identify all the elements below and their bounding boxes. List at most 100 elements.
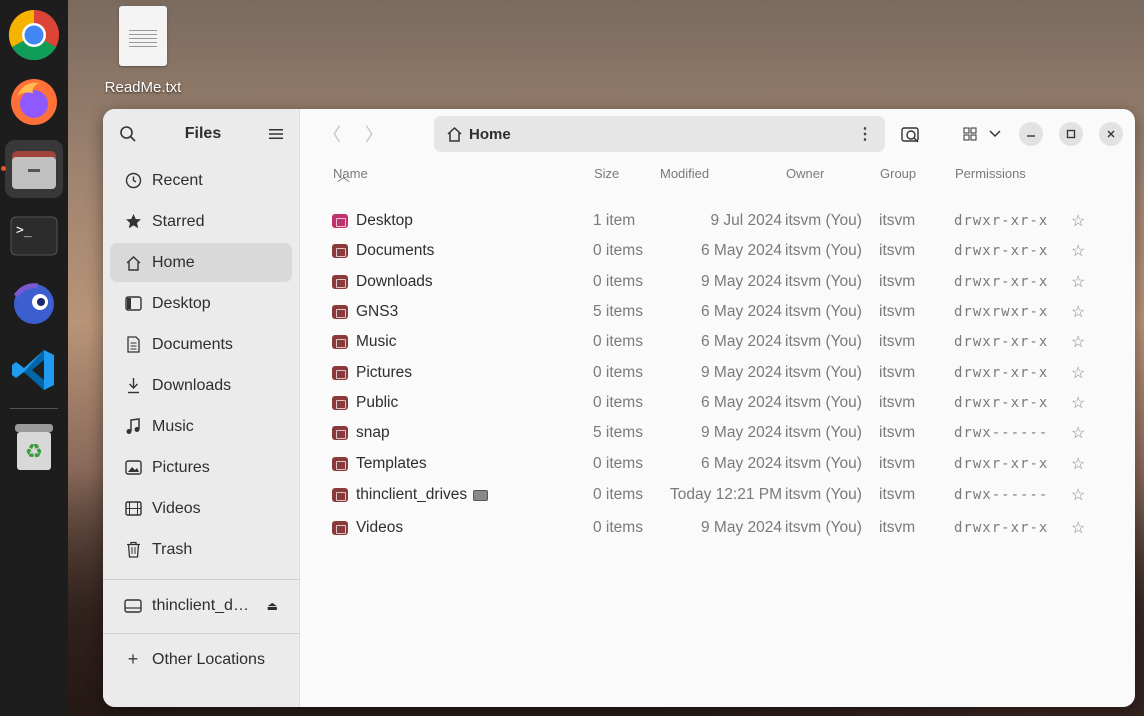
files-icon[interactable]	[1, 140, 63, 198]
file-owner: itsvm (You)	[785, 363, 862, 381]
vscode-icon[interactable]	[5, 341, 63, 399]
sidebar-item-trash[interactable]: Trash	[110, 530, 292, 569]
search-icon[interactable]	[119, 125, 137, 143]
file-size: 0 items	[593, 242, 643, 260]
column-group[interactable]: Group	[880, 166, 916, 181]
file-modified: 9 May 2024	[701, 424, 782, 442]
sidebar-item-label: Videos	[152, 499, 201, 517]
minimize-icon[interactable]	[1019, 122, 1043, 146]
file-name: thinclient_drives	[356, 486, 489, 504]
firefox-icon[interactable]	[5, 73, 63, 131]
file-permissions: drwx------	[954, 487, 1049, 504]
file-owner: itsvm (You)	[785, 242, 862, 260]
eject-icon[interactable]: ⏏	[267, 599, 278, 613]
file-owner: itsvm (You)	[785, 212, 862, 230]
grid-view-icon[interactable]	[963, 127, 977, 141]
star-icon[interactable]: ☆	[1071, 302, 1085, 322]
star-icon[interactable]: ☆	[1071, 363, 1085, 383]
sidebar-item-starred[interactable]: Starred	[110, 202, 292, 241]
file-name: Pictures	[356, 363, 412, 381]
table-row[interactable]: Public 0 items 6 May 2024 itsvm (You) itsvm d…	[300, 388, 1135, 418]
sidebar-item-music[interactable]: Music	[110, 407, 292, 446]
hamburger-menu-icon[interactable]	[269, 128, 283, 140]
file-modified: 6 May 2024	[701, 242, 782, 260]
file-permissions: drwxr-xr-x	[954, 334, 1049, 351]
file-group: itsvm	[879, 393, 916, 411]
column-owner[interactable]: Owner	[786, 166, 824, 181]
column-permissions[interactable]: Permissions	[955, 166, 1026, 181]
folder-icon	[332, 521, 348, 536]
star-icon[interactable]: ☆	[1071, 485, 1085, 505]
chevron-down-icon[interactable]	[989, 130, 1001, 138]
table-row[interactable]: GNS3 5 items 6 May 2024 itsvm (You) itsvm drw…	[300, 297, 1135, 327]
toolbar: 〈 〉 Home ⋮	[300, 109, 1135, 159]
file-owner: itsvm (You)	[785, 393, 862, 411]
close-icon[interactable]	[1099, 122, 1123, 146]
star-icon[interactable]: ☆	[1071, 241, 1085, 261]
file-size: 0 items	[593, 363, 643, 381]
file-size: 0 items	[593, 393, 643, 411]
file-size: 0 items	[593, 333, 643, 351]
table-row[interactable]: thinclient_drives 0 items Today 12:21 PM it…	[300, 479, 1135, 512]
pictures-icon	[124, 459, 142, 477]
file-name: Public	[356, 393, 399, 411]
file-name: snap	[356, 424, 390, 442]
back-icon[interactable]: 〈	[318, 121, 346, 147]
path-bar[interactable]: Home ⋮	[434, 116, 885, 152]
sidebar-item-label: Recent	[152, 171, 203, 189]
sidebar-item-desktop[interactable]: Desktop	[110, 284, 292, 323]
drive-icon	[473, 489, 489, 501]
sidebar-item-pictures[interactable]: Pictures	[110, 448, 292, 487]
table-row[interactable]: Desktop 1 item 9 Jul 2024 itsvm (You) itsvm d…	[300, 206, 1135, 236]
svg-text:>_: >_	[16, 223, 32, 238]
sidebar-item-videos[interactable]: Videos	[110, 489, 292, 528]
table-row[interactable]: snap 5 items 9 May 2024 itsvm (You) itsvm drw…	[300, 418, 1135, 448]
star-icon[interactable]: ☆	[1071, 423, 1085, 443]
column-size[interactable]: Size	[594, 166, 619, 181]
file-modified: 9 May 2024	[701, 519, 782, 537]
file-permissions: drwxr-xr-x	[954, 273, 1049, 290]
file-permissions: drwxrwxr-x	[954, 304, 1049, 321]
desktop-icon	[124, 295, 142, 313]
svg-text:♻: ♻	[25, 439, 43, 463]
star-icon[interactable]: ☆	[1071, 211, 1085, 231]
table-row[interactable]: Music 0 items 6 May 2024 itsvm (You) itsvm dr…	[300, 327, 1135, 357]
table-row[interactable]: Templates 0 items 6 May 2024 itsvm (You) its…	[300, 448, 1135, 478]
forward-icon[interactable]: 〉	[360, 121, 388, 147]
table-row[interactable]: Pictures 0 items 9 May 2024 itsvm (You) itsv…	[300, 357, 1135, 387]
sidebar-item-downloads[interactable]: Downloads	[110, 366, 292, 405]
terminal-icon[interactable]: >_	[5, 207, 63, 265]
file-name: GNS3	[356, 303, 399, 321]
sidebar-item-label: Pictures	[152, 458, 210, 476]
star-icon[interactable]: ☆	[1071, 332, 1085, 352]
search-files-icon[interactable]	[901, 125, 921, 143]
table-row[interactable]: Downloads 0 items 9 May 2024 itsvm (You) its…	[300, 267, 1135, 297]
star-icon[interactable]: ☆	[1071, 518, 1085, 538]
star-icon[interactable]: ☆	[1071, 272, 1085, 292]
table-row[interactable]: Documents 0 items 6 May 2024 itsvm (You) its…	[300, 236, 1135, 266]
file-size: 5 items	[593, 424, 643, 442]
sidebar-item-label: Home	[152, 253, 195, 271]
sidebar-item-other-locations[interactable]: + Other Locations	[110, 640, 292, 679]
file-owner: itsvm (You)	[785, 272, 862, 290]
eclipse-icon[interactable]	[5, 274, 63, 332]
star-icon[interactable]: ☆	[1071, 393, 1085, 413]
trash-icon[interactable]: ♻	[5, 418, 63, 476]
path-menu-icon[interactable]: ⋮	[857, 124, 873, 144]
sidebar-item-drive[interactable]: thinclient_d… ⏏	[110, 586, 292, 625]
home-icon	[446, 126, 463, 142]
column-modified[interactable]: Modified	[660, 166, 709, 181]
sidebar-item-documents[interactable]: Documents	[110, 325, 292, 364]
file-permissions: drwx------	[954, 425, 1049, 442]
sidebar-item-home[interactable]: Home	[110, 243, 292, 282]
desktop-file-readme[interactable]: ReadMe.txt	[98, 6, 188, 96]
file-name: Downloads	[356, 272, 433, 290]
chrome-icon[interactable]	[5, 6, 63, 64]
folder-icon	[332, 488, 348, 503]
table-row[interactable]: Videos 0 items 9 May 2024 itsvm (You) itsvm d…	[300, 512, 1135, 545]
star-icon[interactable]: ☆	[1071, 454, 1085, 474]
maximize-icon[interactable]	[1059, 122, 1083, 146]
download-icon	[124, 377, 142, 395]
sidebar-item-recent[interactable]: Recent	[110, 161, 292, 200]
folder-icon	[332, 244, 348, 259]
